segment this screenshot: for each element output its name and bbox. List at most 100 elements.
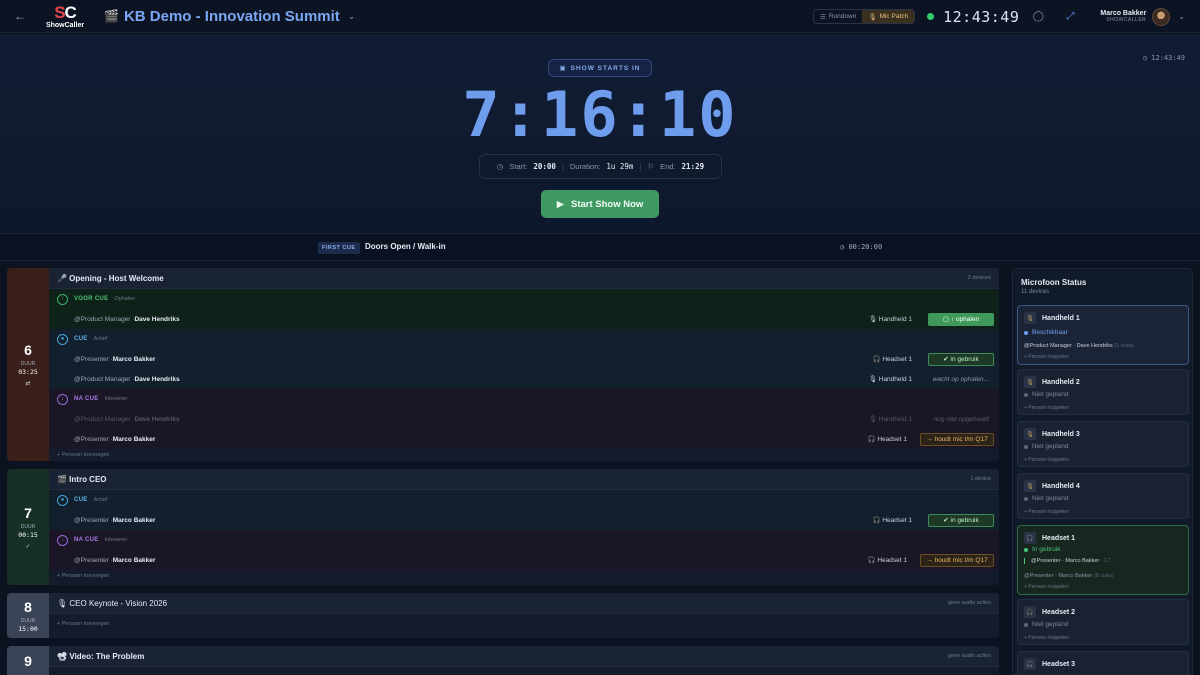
duration-label: DUUR (20, 361, 36, 367)
mic-card-handheld-4[interactable]: 🎙 Handheld 4 Niet gepland + Persoon koppe… (1017, 473, 1189, 519)
cue-card-6[interactable]: 6 DUUR 03:25 ⇄ 🎤 Opening - Host Welcome … (7, 268, 999, 461)
cue-title: 🎬 Intro CEO (57, 474, 107, 484)
headset-icon: 🎧 (1024, 532, 1036, 544)
current-time: 12:43:49 (943, 7, 1020, 26)
person-row[interactable]: @Product Manager · Dave Hendriks 🎙 Handh… (49, 369, 999, 389)
mic-status-panel: Microfoon Status 11 devices 🎙 Handheld 1 … (1012, 268, 1193, 675)
avatar[interactable] (1152, 7, 1171, 26)
back-arrow-icon[interactable]: ← (14, 9, 28, 23)
cue-number-block: 8 DUUR 15:00 (7, 593, 49, 638)
show-title-dropdown[interactable]: 🎬 KB Demo - Innovation Summit ⌄ (104, 8, 355, 25)
swap-icon: ⇄ (25, 381, 31, 387)
view-rundown-button[interactable]: ☰ Rundown (814, 10, 862, 23)
status-text: nog niet opgehaald (933, 415, 989, 423)
clock-icon: ◷ (496, 162, 504, 171)
end-time: 21:29 (681, 162, 705, 171)
hold-mic-badge: → houdt mic t/m Q17 (920, 432, 994, 446)
mic-card-headset-1[interactable]: 🎧 Headset 1 In gebruik @Presenter · Marco… (1017, 525, 1189, 595)
duration-label: Duration: (569, 162, 601, 171)
person-row[interactable]: @Presenter · Marco Bakker 🎧 Headset 1 ✔ … (49, 510, 999, 530)
person-role: @Presenter · (74, 435, 113, 443)
device-name: 🎧 Headset 1 (872, 356, 912, 363)
fullscreen-icon[interactable]: ⤢ (1062, 9, 1078, 25)
person-row[interactable]: @Product Manager · Dave Hendriks 🎙 Handh… (49, 409, 999, 429)
link-person-button[interactable]: + Persoon koppelen (1024, 457, 1069, 463)
cue-duration: 03:25 (18, 368, 38, 376)
mic-card-handheld-2[interactable]: 🎙 Handheld 2 Niet gepland + Persoon koppe… (1017, 369, 1189, 415)
mic-name: Headset 1 (1042, 534, 1076, 542)
microphone-icon: 🎙 (1024, 312, 1036, 324)
cue-number-block: 6 DUUR 03:25 ⇄ (7, 268, 49, 461)
mic-card-headset-2[interactable]: 🎧 Headset 2 Niet gepland + Persoon koppel… (1017, 599, 1189, 645)
device-name: 🎧 Headset 1 (867, 436, 907, 443)
play-icon: ▶ (556, 198, 564, 210)
mic-card-headset-3[interactable]: 🎧 Headset 3 (1017, 651, 1189, 674)
link-person-button[interactable]: + Persoon koppelen (1024, 509, 1069, 515)
device-total: 11 devices (1021, 289, 1050, 295)
cue-title: 📽 Video: The Problem (57, 651, 145, 661)
ophalen-button[interactable]: ▢ ↑ ophalen (928, 312, 994, 326)
view-micpatch-button[interactable]: 🎙 Mic Patch (862, 10, 915, 23)
arrow-down-icon: ↓ (57, 534, 68, 546)
status-label: Beschikbaar (1032, 329, 1068, 336)
person-name: Marco Bakker (112, 556, 156, 564)
cue-number: 6 (24, 342, 32, 358)
mic-status: In gebruik (1024, 546, 1061, 553)
cue-card-9[interactable]: 9 📽 Video: The Problem geen audio acties (7, 646, 999, 675)
device-count: geen audio acties (947, 653, 991, 659)
show-starts-label: SHOW STARTS IN (570, 64, 641, 72)
mic-card-handheld-3[interactable]: 🎙 Handheld 3 Niet gepland + Persoon koppe… (1017, 421, 1189, 467)
person-name: Dave Hendriks (134, 415, 180, 423)
active-dot-icon: ● (57, 333, 68, 345)
cue-number-block: 9 (7, 646, 49, 675)
view-switcher: ☰ Rundown 🎙 Mic Patch (813, 9, 916, 24)
link-person-button[interactable]: + Persoon koppelen (1024, 635, 1069, 641)
chat-icon[interactable]: ◯ (1030, 9, 1046, 25)
person-row[interactable]: @Presenter · Marco Bakker 🎧 Headset 1 → … (49, 429, 999, 449)
mic-current-user: @Presenter · Marco Bakker · 17 (1024, 558, 1110, 564)
mic-name: Handheld 1 (1042, 314, 1080, 322)
add-person-link[interactable]: + Persoon toevoegen (49, 614, 999, 634)
start-show-button[interactable]: ▶ Start Show Now (541, 190, 659, 218)
flag-icon: ⚐ (647, 162, 655, 171)
user-caret-icon[interactable]: ⌄ (1178, 12, 1185, 21)
link-person-button[interactable]: + Persoon koppelen (1024, 354, 1069, 360)
app-logo[interactable]: SC ShowCaller (40, 4, 90, 29)
mic-card-handheld-1[interactable]: 🎙 Handheld 1 Beschikbaar @Product Manager… (1017, 305, 1189, 365)
link-person-button[interactable]: + Persoon koppelen (1024, 405, 1069, 411)
duration-label: DUUR (20, 617, 36, 624)
connection-status-dot (927, 13, 935, 20)
cue-card-7[interactable]: 7 DUUR 00:15 ✓ 🎬 Intro CEO 1 device ● CU… (7, 469, 999, 585)
person-name: Marco Bakker (112, 355, 156, 363)
status-label: Niet gepland (1032, 391, 1069, 398)
person-role: @Product Manager · (74, 315, 135, 323)
show-starts-badge: ▣ SHOW STARTS IN (548, 59, 652, 77)
person-row[interactable]: @Product Manager · Dave Hendriks 🎙 Handh… (49, 309, 999, 329)
cue-number: 8 (24, 598, 32, 615)
microphone-icon: 🎙 (1024, 428, 1036, 440)
mic-name: Headset 2 (1042, 608, 1076, 616)
cue-title: 🎤 Opening - Host Welcome (57, 273, 164, 283)
status-label: Niet gepland (1032, 443, 1069, 450)
link-person-button[interactable]: + Persoon koppelen (1024, 584, 1069, 590)
check-icon: ✓ (25, 543, 31, 550)
cue-card-8[interactable]: 8 DUUR 15:00 🎙 CEO Keynote - Vision 2026… (7, 593, 999, 638)
duration-label: DUUR (20, 523, 36, 530)
user-menu[interactable]: Marco Bakker SHOWCALLER (1100, 10, 1146, 23)
person-row[interactable]: @Presenter · Marco Bakker 🎧 Headset 1 ✔ … (49, 349, 999, 369)
mic-name: Handheld 4 (1042, 482, 1080, 490)
mic-name: Headset 3 (1042, 660, 1076, 668)
first-cue-duration: ◷ 00:20:00 (840, 243, 882, 251)
current-note: · 17 (1100, 558, 1111, 564)
person-role: @Presenter · (74, 556, 113, 564)
person-row[interactable]: @Presenter · Marco Bakker 🎧 Headset 1 → … (49, 550, 999, 570)
mic-icon: 🎙 (868, 13, 877, 21)
first-cue-duration-value: 00:20:00 (848, 243, 883, 251)
status-dot (1024, 444, 1028, 449)
user-role: SHOWCALLER (1106, 17, 1147, 23)
arrow-up-icon: ↑ (57, 293, 68, 305)
status-dot (1024, 547, 1028, 552)
add-person-link[interactable]: + Persoon toevoegen (49, 570, 999, 582)
add-person-link[interactable]: + Persoon toevoegen (49, 449, 999, 461)
device-name: 🎙 Handheld 1 (868, 376, 912, 383)
